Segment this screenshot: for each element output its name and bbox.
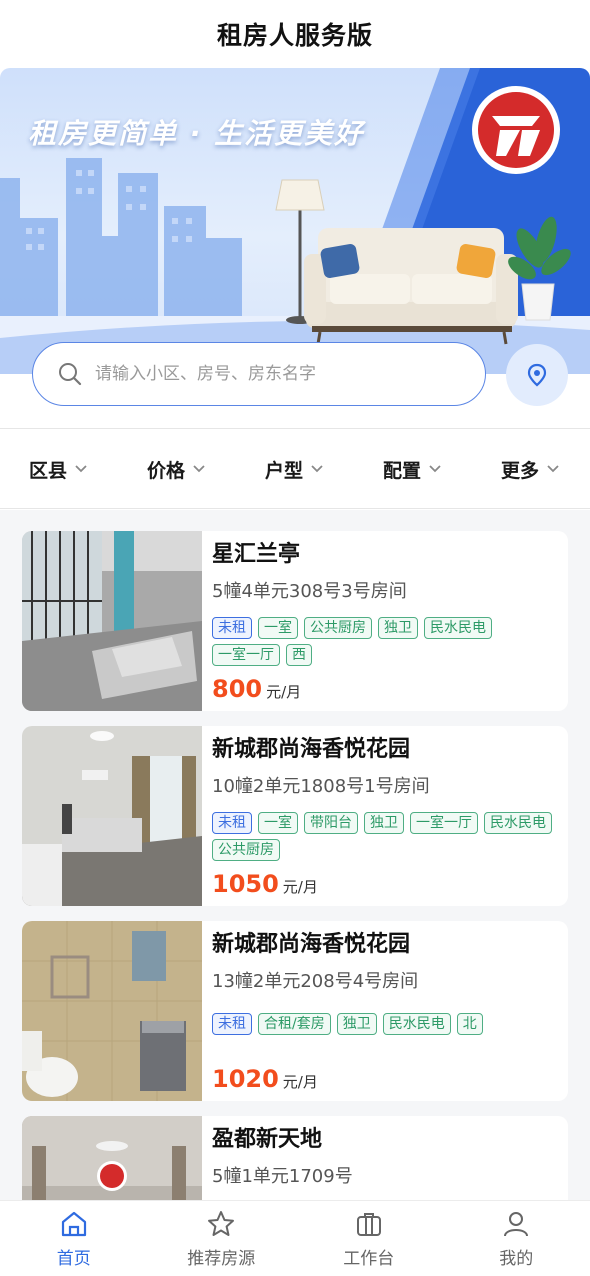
chevron-down-icon <box>311 465 323 473</box>
hero-banner[interactable]: 租房更简单 · 生活更美好 <box>0 68 590 374</box>
star-icon <box>208 1211 235 1236</box>
price-value: 1050 <box>212 870 279 898</box>
listing-price: 1020 元/月 <box>212 1065 318 1093</box>
search-input[interactable] <box>95 364 435 384</box>
listing-info: 新城郡尚海香悦花园 10幢2单元1808号1号房间 未租 一室 带阳台 独卫 一… <box>212 732 562 861</box>
tag-list: 未租 一室 带阳台 独卫 一室一厅 民水民电 公共厨房 <box>212 812 562 861</box>
divider <box>0 428 590 429</box>
feature-tag: 带阳台 <box>304 812 358 834</box>
chevron-down-icon <box>193 465 205 473</box>
tag-list: 未租 一室 公共厨房 独卫 民水民电 一室一厅 西 <box>212 617 562 666</box>
tab-label: 工作台 <box>343 1249 395 1269</box>
listing-card[interactable]: 新城郡尚海香悦花园 13幢2单元208号4号房间 未租 合租/套房 独卫 民水民… <box>22 921 568 1101</box>
listing-photo <box>22 1116 202 1200</box>
listing-name: 新城郡尚海香悦花园 <box>212 932 411 957</box>
search-box[interactable] <box>32 342 486 406</box>
home-icon <box>61 1211 86 1237</box>
feature-tag: 北 <box>456 1013 483 1035</box>
price-value: 1020 <box>212 1065 279 1093</box>
feature-tag: 一室一厅 <box>212 644 280 666</box>
location-pin-icon <box>527 363 547 387</box>
chevron-down-icon <box>75 465 87 473</box>
feature-tag: 民水民电 <box>424 617 492 639</box>
price-unit: 元/月 <box>266 683 302 701</box>
price-unit: 元/月 <box>282 878 318 896</box>
listing-address: 10幢2单元1808号1号房间 <box>212 776 430 797</box>
chevron-down-icon <box>429 465 441 473</box>
feature-tag: 民水民电 <box>484 812 552 834</box>
filter-district[interactable]: 区县 <box>0 456 118 483</box>
feature-tag: 一室 <box>258 812 298 834</box>
listing-address: 5幢1单元1709号 <box>212 1166 353 1187</box>
status-badge: 未租 <box>212 1013 252 1035</box>
listing-card[interactable]: 星汇兰亭 5幢4单元308号3号房间 未租 一室 公共厨房 独卫 民水民电 一室… <box>22 531 568 711</box>
listing-card[interactable]: 盈都新天地 5幢1单元1709号 <box>22 1116 568 1200</box>
listing-name: 星汇兰亭 <box>212 542 301 567</box>
filter-config[interactable]: 配置 <box>354 456 472 483</box>
tab-label: 推荐房源 <box>187 1249 256 1269</box>
tab-profile[interactable]: 我的 <box>443 1201 590 1276</box>
tab-recommended[interactable]: 推荐房源 <box>148 1201 296 1276</box>
tab-home[interactable]: 首页 <box>0 1201 148 1276</box>
feature-tag: 公共厨房 <box>212 839 280 861</box>
feature-tag: 一室一厅 <box>410 812 478 834</box>
filter-label: 区县 <box>28 459 67 482</box>
tab-label: 我的 <box>499 1249 534 1269</box>
top-bar: 租房人服务版 <box>0 0 590 68</box>
tab-label: 首页 <box>56 1249 91 1269</box>
filter-more[interactable]: 更多 <box>472 456 590 483</box>
search-icon <box>59 363 82 386</box>
filter-label: 户型 <box>264 459 303 482</box>
user-icon <box>504 1212 529 1237</box>
bottom-tab-bar: 首页 推荐房源 工作台 我的 <box>0 1200 590 1276</box>
listing-card[interactable]: 新城郡尚海香悦花园 10幢2单元1808号1号房间 未租 一室 带阳台 独卫 一… <box>22 726 568 906</box>
listing-address: 13幢2单元208号4号房间 <box>212 971 419 992</box>
listing-price: 1050 元/月 <box>212 870 318 898</box>
feature-tag: 一室 <box>258 617 298 639</box>
price-unit: 元/月 <box>282 1073 318 1091</box>
banner-slogan: 租房更简单 · 生活更美好 <box>28 117 365 150</box>
listing-photo <box>22 531 202 711</box>
company-logo-icon <box>472 86 560 174</box>
listing-info: 盈都新天地 5幢1单元1709号 <box>212 1122 562 1194</box>
feature-tag: 公共厨房 <box>304 617 372 639</box>
listing-price: 800 元/月 <box>212 675 301 703</box>
listing-photo <box>22 921 202 1101</box>
search-row <box>0 340 590 410</box>
chevron-down-icon <box>547 465 559 473</box>
feature-tag: 合租/套房 <box>258 1013 331 1035</box>
listing-list[interactable]: 星汇兰亭 5幢4单元308号3号房间 未租 一室 公共厨房 独卫 民水民电 一室… <box>0 510 590 1200</box>
status-badge: 未租 <box>212 812 252 834</box>
listing-name: 新城郡尚海香悦花园 <box>212 737 411 762</box>
filter-label: 更多 <box>500 459 539 482</box>
filter-price[interactable]: 价格 <box>118 456 236 483</box>
listing-info: 星汇兰亭 5幢4单元308号3号房间 未租 一室 公共厨房 独卫 民水民电 一室… <box>212 537 562 666</box>
listing-name: 盈都新天地 <box>212 1127 323 1152</box>
filter-label: 配置 <box>382 459 421 482</box>
feature-tag: 西 <box>286 644 312 666</box>
tag-list: 未租 合租/套房 独卫 民水民电 北 <box>212 1013 562 1035</box>
feature-tag: 独卫 <box>378 617 418 639</box>
listing-address: 5幢4单元308号3号房间 <box>212 581 407 602</box>
listing-photo <box>22 726 202 906</box>
divider <box>0 508 590 509</box>
price-value: 800 <box>212 675 263 703</box>
filter-layout[interactable]: 户型 <box>236 456 354 483</box>
status-badge: 未租 <box>212 617 252 639</box>
feature-tag: 独卫 <box>364 812 404 834</box>
briefcase-icon <box>356 1213 381 1236</box>
location-button[interactable] <box>506 344 568 406</box>
tab-workbench[interactable]: 工作台 <box>295 1201 443 1276</box>
feature-tag: 独卫 <box>336 1013 377 1035</box>
listing-info: 新城郡尚海香悦花园 13幢2单元208号4号房间 未租 合租/套房 独卫 民水民… <box>212 927 562 1035</box>
feature-tag: 民水民电 <box>382 1013 451 1035</box>
filter-label: 价格 <box>146 459 185 482</box>
page-title: 租房人服务版 <box>216 21 373 50</box>
filter-bar: 区县 价格 户型 配置 更多 <box>0 430 590 508</box>
